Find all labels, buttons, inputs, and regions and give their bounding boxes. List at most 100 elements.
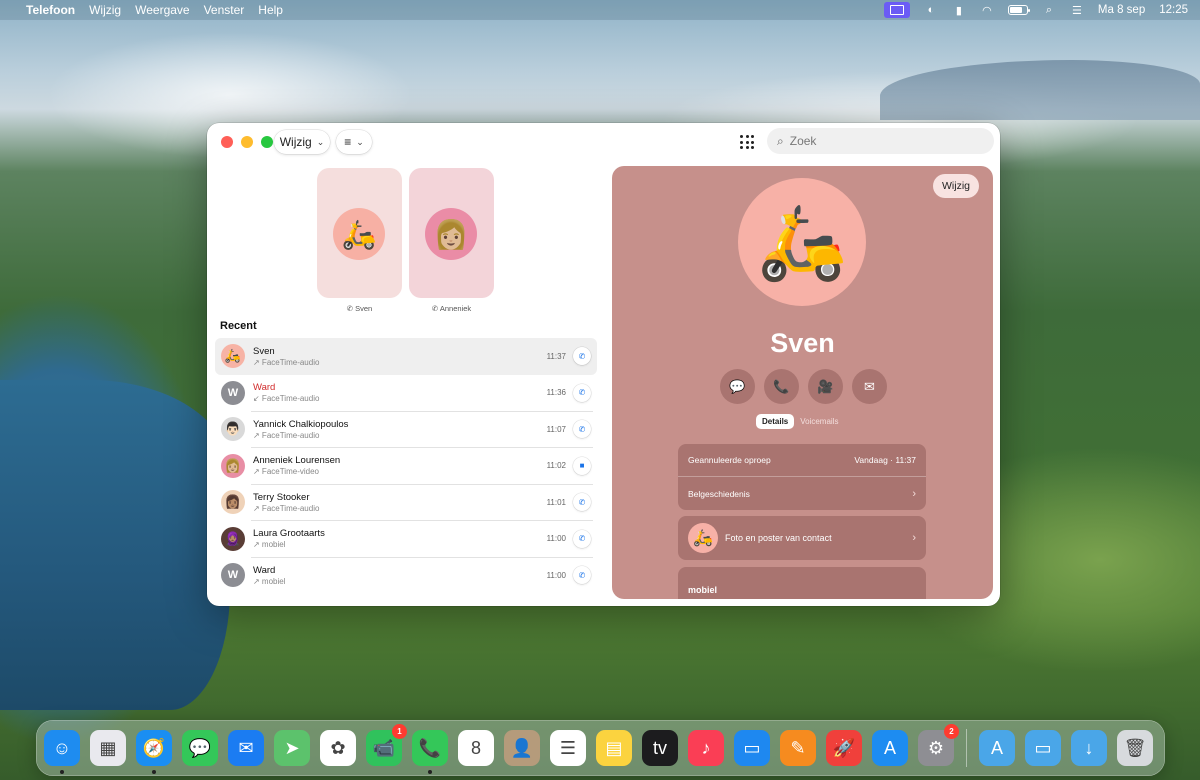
search-input[interactable] xyxy=(789,134,970,148)
tab-details[interactable]: Details xyxy=(756,414,795,429)
video-icon[interactable]: ■ xyxy=(573,456,591,475)
trash-glyph: 🗑 xyxy=(1123,737,1147,758)
filter-button[interactable]: ≡ ⌄ xyxy=(336,130,372,154)
avatar: W xyxy=(221,380,245,405)
maps-glyph: ➤ xyxy=(284,737,300,758)
search-field[interactable]: ⌕ xyxy=(767,128,994,154)
control-center-icon[interactable]: ☰ xyxy=(1070,4,1084,17)
photo-poster-row[interactable]: 🛵 Foto en poster van contact › xyxy=(678,516,926,560)
call-history-row[interactable]: Belgeschiedenis › xyxy=(678,477,926,510)
table-row[interactable]: W Ward ↙ FaceTime-audio 11:36 ✆ xyxy=(215,375,597,412)
messages-icon[interactable]: 💬 xyxy=(182,730,218,766)
avatar: 🧕🏽 xyxy=(221,526,245,551)
finder-icon[interactable]: ☺ xyxy=(44,730,80,774)
music-icon[interactable]: ♪ xyxy=(688,730,724,766)
reminders-icon[interactable]: ☰ xyxy=(550,730,586,766)
phone-icon[interactable]: ✆ xyxy=(573,493,591,512)
call-type: ↗ FaceTime-audio xyxy=(253,430,320,440)
recents-list: 🛵 Sven ↗ FaceTime-audio 11:37 ✆ W Ward ↙ F… xyxy=(215,338,597,594)
phone-glyph: 📞 xyxy=(418,737,442,758)
launchpad-icon[interactable]: ▦ xyxy=(90,730,126,766)
phone-icon[interactable]: ✆ xyxy=(573,566,591,585)
window-zoom-button[interactable] xyxy=(261,136,273,148)
favorite-name: Sven xyxy=(355,304,373,313)
chevron-down-icon: ⌄ xyxy=(356,136,364,147)
phone-icon[interactable]: 📞 xyxy=(412,730,448,774)
table-row[interactable]: 👨🏻 Yannick Chalkiopoulos ↗ FaceTime-audio… xyxy=(215,411,597,448)
table-row[interactable]: 🛵 Sven ↗ FaceTime-audio 11:37 ✆ xyxy=(215,338,597,375)
wifi-icon[interactable]: ◠ xyxy=(980,4,994,17)
tab-voicemails[interactable]: Voicemails xyxy=(800,417,838,426)
contact-actions: 💬 📞 🎥 ✉ xyxy=(720,369,887,404)
mail-icon[interactable]: ✉ xyxy=(852,369,887,404)
contrast-icon[interactable]: ◐ xyxy=(924,4,938,16)
calendar-glyph: 8 xyxy=(470,737,481,758)
photos-glyph: ✿ xyxy=(330,737,346,758)
menu-item-window[interactable]: Venster xyxy=(204,3,245,17)
tv-icon[interactable]: tv xyxy=(642,730,678,766)
screen-mirroring-icon[interactable] xyxy=(883,2,910,18)
table-row[interactable]: 🧕🏽 Laura Grootaarts ↗ mobiel 11:00 ✆ xyxy=(215,521,597,558)
table-row[interactable]: W Ward ↗ mobiel 11:00 ✆ xyxy=(215,557,597,594)
menu-bar-date[interactable]: Ma 8 sep xyxy=(1098,4,1145,16)
rocket-icon[interactable]: 🚀 xyxy=(826,730,862,766)
downloads-folder-icon[interactable]: ↓ xyxy=(1071,730,1107,766)
menu-bar-time[interactable]: 12:25 xyxy=(1159,4,1188,16)
favorite-card-anneniek[interactable]: 👩🏼 xyxy=(409,168,494,298)
caller-name: Laura Grootaarts xyxy=(253,528,325,540)
phone-icon[interactable]: ✆ xyxy=(573,347,591,366)
phone-icon[interactable]: ✆ xyxy=(573,420,591,439)
battery-icon[interactable] xyxy=(1007,5,1030,15)
favorite-name: Anneniek xyxy=(439,304,472,313)
edit-contact-button[interactable]: Wijzig xyxy=(933,174,979,198)
favorite-card-sven[interactable]: 🛵 xyxy=(317,168,402,298)
safari-icon[interactable]: 🧭 xyxy=(136,730,172,774)
documents-folder-glyph: ▭ xyxy=(1034,737,1052,758)
menu-item-help[interactable]: Help xyxy=(258,3,283,17)
settings-icon[interactable]: ⚙ 2 xyxy=(918,724,959,766)
menu-item-view[interactable]: Weergave xyxy=(135,3,189,17)
video-icon[interactable]: 🎥 xyxy=(808,369,843,404)
calendar-icon[interactable]: 8 xyxy=(458,730,494,766)
caller-name: Yannick Chalkiopoulos xyxy=(253,418,349,430)
photo-poster-label: Foto en poster van contact xyxy=(725,533,832,543)
pages-icon[interactable]: ✎ xyxy=(780,730,816,766)
contacts-glyph: 👤 xyxy=(510,737,534,758)
facetime-icon[interactable]: 📹 1 xyxy=(366,724,407,766)
phone-icon: ✆ xyxy=(346,304,356,313)
keynote-icon[interactable]: ▭ xyxy=(734,730,770,766)
trash-icon[interactable]: 🗑 xyxy=(1117,730,1153,766)
app-store-icon[interactable]: A xyxy=(872,730,908,766)
contacts-icon[interactable]: 👤 xyxy=(504,730,540,766)
maps-icon[interactable]: ➤ xyxy=(274,730,310,766)
edit-menu-button[interactable]: Wijzig ⌄ xyxy=(274,130,330,154)
mail-icon[interactable]: ✉ xyxy=(228,730,264,766)
favorite-label: ✆ Anneniek xyxy=(409,304,494,313)
keypad-grid-icon[interactable] xyxy=(740,135,754,149)
phone-icon[interactable]: 📞 xyxy=(764,369,799,404)
device-icon[interactable]: ▮ xyxy=(952,4,966,17)
avatar: 🛵 xyxy=(221,344,245,369)
documents-folder-icon[interactable]: ▭ xyxy=(1025,730,1061,766)
menu-item-edit[interactable]: Wijzig xyxy=(89,3,121,17)
running-indicator xyxy=(428,770,432,774)
menu-bar-extras: ◐ ▮ ◠ ⌕ ☰ Ma 8 sep 12:25 xyxy=(883,2,1188,18)
table-row[interactable]: 👩🏼 Anneniek Lourensen ↗ FaceTime-video 11… xyxy=(215,448,597,485)
phone-icon[interactable]: ✆ xyxy=(573,529,591,548)
photos-icon[interactable]: ✿ xyxy=(320,730,356,766)
menu-app-name[interactable]: Telefoon xyxy=(26,3,75,17)
window-minimize-button[interactable] xyxy=(241,136,253,148)
notes-icon[interactable]: ▤ xyxy=(596,730,632,766)
tv-glyph: tv xyxy=(652,737,667,758)
call-time: 11:02 xyxy=(546,461,566,471)
table-row[interactable]: 👩🏽 Terry Stooker ↗ FaceTime-audio 11:01 ✆ xyxy=(215,484,597,521)
applications-folder-icon[interactable]: A xyxy=(979,730,1015,766)
call-time: 11:00 xyxy=(546,570,566,580)
search-icon[interactable]: ⌕ xyxy=(1042,4,1056,16)
window-close-button[interactable] xyxy=(221,136,233,148)
mobile-number-card[interactable]: mobiel xyxy=(678,567,926,599)
rocket-glyph: 🚀 xyxy=(832,737,856,758)
message-icon[interactable]: 💬 xyxy=(720,369,755,404)
pages-glyph: ✎ xyxy=(790,737,806,758)
phone-icon[interactable]: ✆ xyxy=(573,383,591,402)
